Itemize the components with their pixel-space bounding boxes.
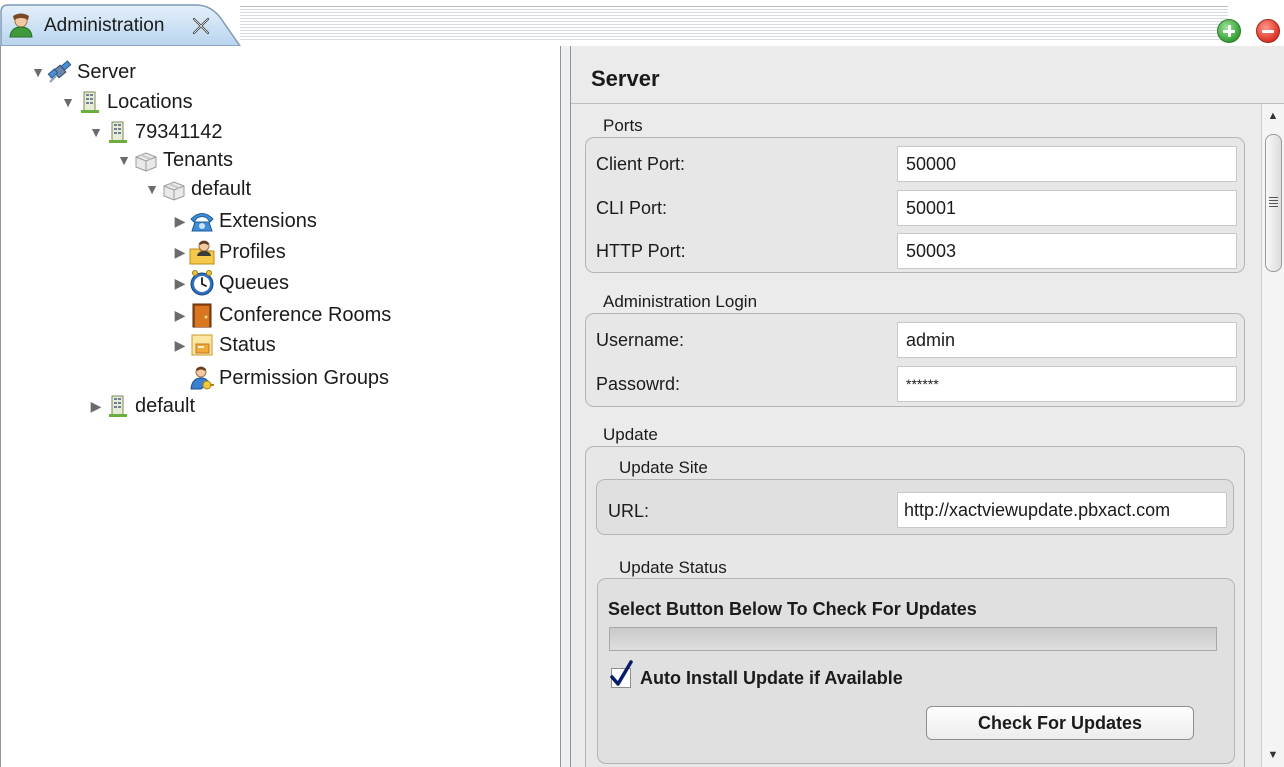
ports-group-label: Ports	[603, 116, 643, 135]
page-title: Server	[591, 66, 660, 91]
tab-administration[interactable]: Administration	[0, 2, 244, 46]
tree-item-tenant-default[interactable]: ▼ default	[143, 175, 251, 203]
vertical-scrollbar[interactable]: ▲ ▼	[1261, 104, 1284, 767]
grip-icon	[1269, 197, 1278, 207]
expand-toggle-icon[interactable]: ▼	[29, 64, 47, 80]
tree-item-label: Queues	[219, 271, 290, 294]
tree-item-label: Permission Groups	[219, 366, 390, 389]
navigation-tree: ▼ Server ▼ Locations ▼ 79341142 ▼ Tenant…	[0, 46, 561, 767]
tree-item-permission-groups[interactable]: Permission Groups	[189, 364, 389, 392]
update-url-field[interactable]	[897, 492, 1227, 528]
server-satellite-icon	[47, 59, 73, 85]
expand-toggle-icon[interactable]: ▼	[143, 181, 161, 197]
scrollbar-thumb[interactable]	[1265, 134, 1282, 272]
cli-port-label: CLI Port:	[596, 198, 668, 218]
tree-item-label: Status	[219, 333, 276, 356]
admin-login-group-label: Administration Login	[603, 292, 758, 311]
building-icon	[105, 393, 131, 419]
pane-splitter[interactable]	[561, 46, 571, 767]
detail-scroll-area: Ports Client Port: CLI Port: HTTP Port: …	[571, 104, 1284, 767]
expand-toggle-icon[interactable]: ▶	[171, 213, 189, 230]
admin-user-icon	[8, 12, 34, 38]
phone-icon	[189, 208, 215, 234]
auto-install-label[interactable]: Auto Install Update if Available	[640, 668, 903, 689]
building-icon	[77, 89, 103, 115]
tab-strip-background	[240, 6, 1228, 40]
username-field[interactable]	[897, 322, 1237, 358]
tree-item-label: Server	[77, 60, 136, 83]
expand-toggle-icon[interactable]: ▶	[171, 244, 189, 261]
group-key-icon	[189, 365, 215, 391]
detail-pane: Server Ports Client Port: CLI Port: HTTP…	[571, 46, 1284, 767]
update-status-heading: Select Button Below To Check For Updates	[608, 599, 977, 619]
client-port-field[interactable]	[897, 146, 1237, 182]
detail-header: Server	[571, 46, 1284, 104]
update-status-group-label: Update Status	[619, 558, 727, 577]
box-icon	[161, 176, 187, 202]
tab-label: Administration	[44, 15, 165, 36]
update-site-group-label: Update Site	[619, 458, 708, 477]
expand-toggle-icon[interactable]: ▶	[87, 398, 105, 415]
tree-item-conference-rooms[interactable]: ▶ Conference Rooms	[171, 301, 391, 329]
check-for-updates-button[interactable]: Check For Updates	[926, 706, 1194, 740]
remove-view-icon[interactable]	[1256, 19, 1280, 43]
tree-item-location-default[interactable]: ▶ default	[87, 392, 195, 420]
tree-item-location-79341142[interactable]: ▼ 79341142	[87, 118, 223, 146]
tree-item-label: Locations	[107, 90, 193, 113]
username-label: Username:	[596, 330, 685, 350]
update-group-label: Update	[603, 425, 658, 444]
cli-port-field[interactable]	[897, 190, 1237, 226]
tree-item-label: Conference Rooms	[219, 303, 392, 326]
expand-toggle-icon[interactable]: ▼	[59, 94, 77, 110]
box-icon	[133, 147, 159, 173]
http-port-field[interactable]	[897, 233, 1237, 269]
tree-item-label: default	[135, 394, 196, 417]
tree-item-label: Profiles	[219, 240, 286, 263]
tree-item-locations[interactable]: ▼ Locations	[59, 88, 193, 116]
tree-item-extensions[interactable]: ▶ Extensions	[171, 207, 317, 235]
editor-tab-bar: Administration	[0, 0, 1284, 46]
tree-item-label: default	[191, 177, 252, 200]
building-icon	[105, 119, 131, 145]
tree-item-status[interactable]: ▶ Status	[171, 331, 276, 359]
tree-item-tenants[interactable]: ▼ Tenants	[115, 146, 233, 174]
expand-toggle-icon[interactable]: ▶	[171, 275, 189, 292]
close-icon[interactable]	[190, 15, 212, 37]
tree-item-label: Extensions	[219, 209, 317, 232]
status-icon	[189, 332, 215, 358]
update-progress-bar	[609, 627, 1217, 651]
client-port-label: Client Port:	[596, 154, 686, 174]
tree-item-label: Tenants	[163, 148, 234, 171]
auto-install-checkbox[interactable]	[610, 660, 633, 688]
tree-item-queues[interactable]: ▶ Queues	[171, 269, 289, 297]
http-port-label: HTTP Port:	[596, 241, 686, 261]
tree-item-label: 79341142	[135, 120, 223, 143]
door-icon	[189, 302, 215, 328]
profile-folder-icon	[189, 239, 215, 265]
url-label: URL:	[608, 501, 650, 521]
scroll-up-arrow-icon[interactable]: ▲	[1262, 106, 1284, 126]
add-view-icon[interactable]	[1217, 19, 1241, 43]
tree-item-server[interactable]: ▼ Server	[29, 58, 136, 86]
checkmark-icon	[610, 660, 633, 686]
scroll-down-arrow-icon[interactable]: ▼	[1262, 745, 1284, 765]
password-label: Passowrd:	[596, 374, 681, 394]
expand-toggle-icon[interactable]: ▶	[171, 337, 189, 354]
tree-item-profiles[interactable]: ▶ Profiles	[171, 238, 286, 266]
clock-icon	[189, 270, 215, 296]
expand-toggle-icon[interactable]: ▶	[171, 307, 189, 324]
expand-toggle-icon[interactable]: ▼	[87, 124, 105, 140]
password-field[interactable]	[897, 366, 1237, 402]
expand-toggle-icon[interactable]: ▼	[115, 152, 133, 168]
